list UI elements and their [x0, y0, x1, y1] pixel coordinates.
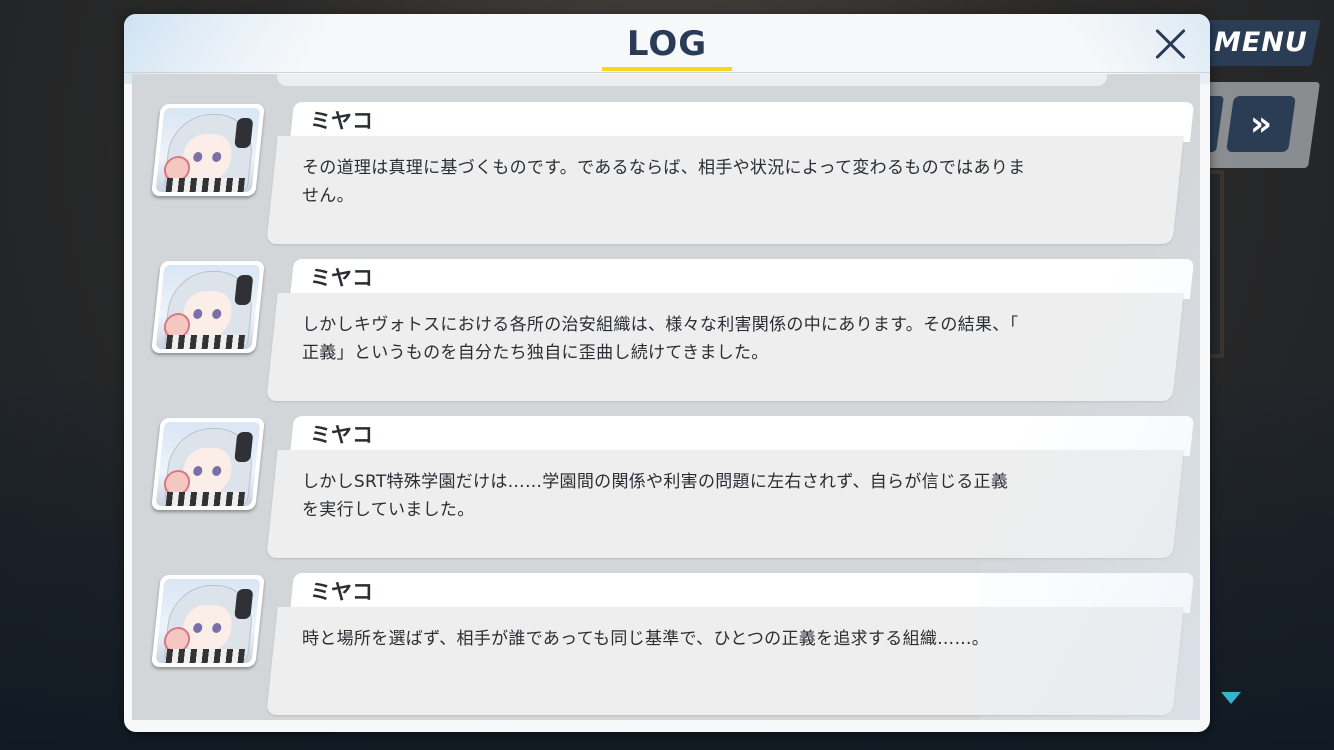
menu-button-label[interactable]: MENU: [1214, 27, 1308, 58]
log-entry: ミヤコ しかしキヴォトスにおける各所の治安組織は、様々な利害関係の中にあります。…: [132, 231, 1200, 401]
log-entry: ミヤコ その道理は真理に基づくものです。であるならば、相手や状況によって変わるも…: [132, 74, 1200, 244]
triangle-down-icon: [1221, 692, 1241, 704]
character-portrait: [151, 575, 265, 667]
dialogue-line: しかしSRT特殊学園だけは……学園間の関係や利害の問題に左右されず、自らが信じる…: [302, 472, 1009, 492]
speaker-name: ミヤコ: [310, 580, 373, 604]
title-underline: [602, 67, 732, 71]
character-portrait: [151, 261, 265, 353]
speaker-name: ミヤコ: [310, 109, 373, 133]
log-window: LOG ミヤコ その道理は真理に基づくものです。であるならば、相手や状況によって…: [124, 14, 1210, 732]
dialogue-line: 時と場所を選ばず、相手が誰であっても同じ基準で、ひとつの正義を追求する組織……。: [302, 629, 990, 649]
speaker-name: ミヤコ: [310, 266, 373, 290]
skip-button[interactable]: »: [1226, 96, 1296, 152]
log-title: LOG: [626, 24, 708, 64]
header-divider: [124, 72, 1210, 73]
log-list[interactable]: ミヤコ その道理は真理に基づくものです。であるならば、相手や状況によって変わるも…: [132, 74, 1200, 720]
dialogue-line: 正義」というものを自分たち独自に歪曲し続けてきました。: [302, 343, 769, 363]
close-x-icon[interactable]: [1150, 24, 1190, 64]
character-portrait: [151, 418, 265, 510]
dialogue-line: を実行していました。: [302, 500, 475, 520]
fast-forward-icon: »: [1250, 104, 1272, 144]
character-portrait: [151, 104, 265, 196]
dialogue-line: せん。: [302, 186, 354, 206]
log-entry: ミヤコ 時と場所を選ばず、相手が誰であっても同じ基準で、ひとつの正義を追求する組…: [132, 545, 1200, 715]
dialogue-line: しかしキヴォトスにおける各所の治安組織は、様々な利害関係の中にあります。その結果…: [302, 315, 1019, 335]
dialogue-line: その道理は真理に基づくものです。であるならば、相手や状況によって変わるものではあ…: [302, 158, 1026, 178]
speaker-name: ミヤコ: [310, 423, 373, 447]
log-entry: ミヤコ しかしSRT特殊学園だけは……学園間の関係や利害の問題に左右されず、自ら…: [132, 388, 1200, 558]
